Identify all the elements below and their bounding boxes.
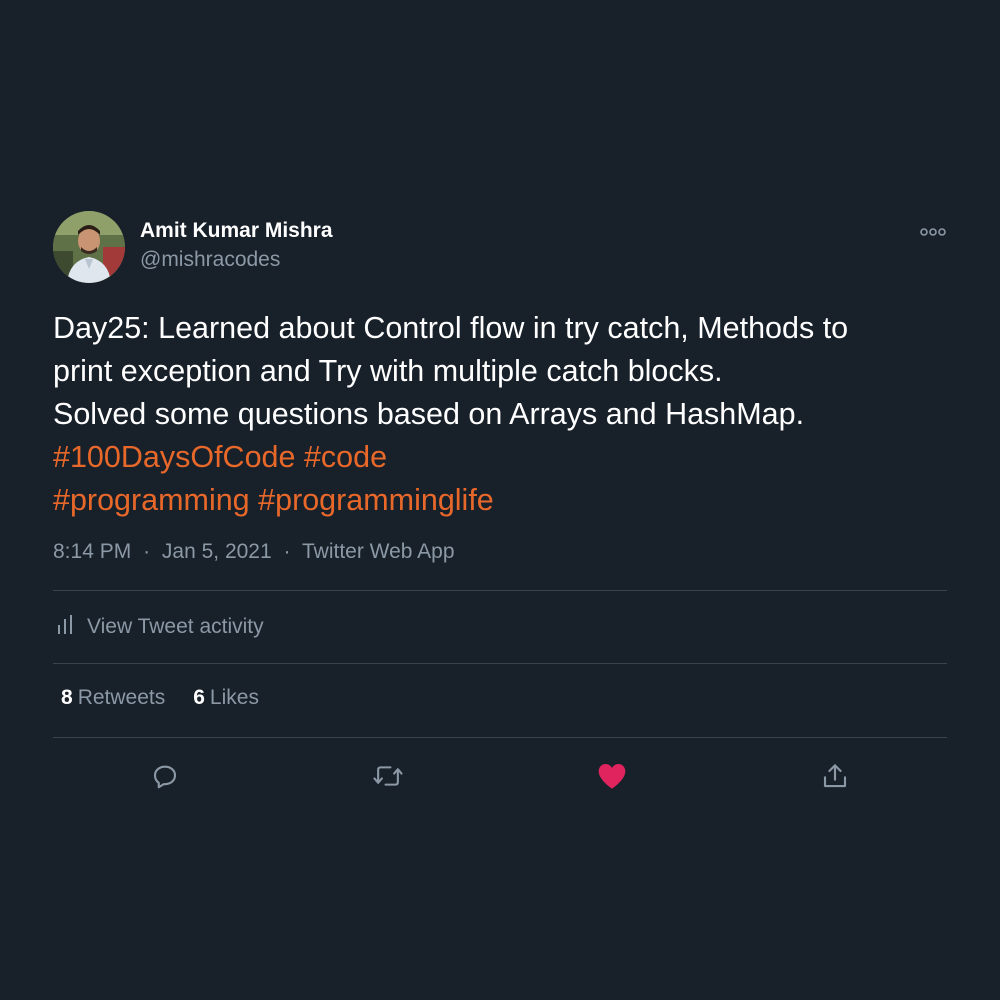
tweet-stats: 8 Retweets 6 Likes: [61, 686, 287, 710]
divider: [53, 590, 947, 591]
hashtag-programming[interactable]: #programming: [53, 483, 250, 517]
tweet-text-line: Day25: Learned about Control flow in try…: [53, 311, 849, 345]
tweet-text: Day25: Learned about Control flow in try…: [53, 307, 947, 522]
avatar-photo: [53, 211, 125, 283]
user-handle[interactable]: @mishracodes: [140, 248, 280, 272]
tweet-text-line: print exception and Try with multiple ca…: [53, 354, 723, 388]
retweets-label: Retweets: [77, 686, 166, 709]
tweet-text-line: Solved some questions based on Arrays an…: [53, 397, 805, 431]
divider: [53, 737, 947, 738]
tweet-date[interactable]: Jan 5, 2021: [162, 540, 272, 563]
tweet-meta: 8:14 PM · Jan 5, 2021 · Twitter Web App: [53, 540, 455, 564]
reply-icon[interactable]: [147, 758, 183, 794]
hashtag-line: #100DaysOfCode #code: [53, 436, 947, 479]
view-tweet-activity-link[interactable]: View Tweet activity: [53, 612, 264, 642]
meta-separator: ·: [143, 540, 151, 563]
retweet-icon[interactable]: [370, 758, 406, 794]
hashtag-100daysofcode[interactable]: #100DaysOfCode: [53, 440, 295, 474]
likes-count: 6: [193, 686, 205, 709]
tweet-actions: [53, 758, 947, 794]
meta-separator: ·: [283, 540, 291, 563]
retweets-count: 8: [61, 686, 73, 709]
hashtag-programminglife[interactable]: #programminglife: [258, 483, 494, 517]
hashtag-code[interactable]: #code: [304, 440, 387, 474]
view-tweet-activity-label: View Tweet activity: [87, 615, 264, 638]
divider: [53, 663, 947, 664]
share-icon[interactable]: [817, 758, 853, 794]
heart-filled-icon[interactable]: [594, 758, 630, 794]
hashtag-line: #programming #programminglife: [53, 479, 947, 522]
retweets-stat[interactable]: 8 Retweets: [61, 686, 165, 710]
avatar[interactable]: [53, 211, 125, 283]
tweet-time[interactable]: 8:14 PM: [53, 540, 131, 563]
likes-label: Likes: [209, 686, 259, 709]
bar-chart-icon: [57, 613, 75, 641]
tweet-card: Amit Kumar Mishra @mishracodes Day25: Le…: [53, 210, 947, 789]
tweet-source[interactable]: Twitter Web App: [302, 540, 455, 563]
user-name[interactable]: Amit Kumar Mishra: [140, 219, 333, 243]
tweet-header: Amit Kumar Mishra @mishracodes: [53, 210, 947, 286]
more-options-icon[interactable]: [919, 222, 947, 242]
likes-stat[interactable]: 6 Likes: [193, 686, 259, 710]
